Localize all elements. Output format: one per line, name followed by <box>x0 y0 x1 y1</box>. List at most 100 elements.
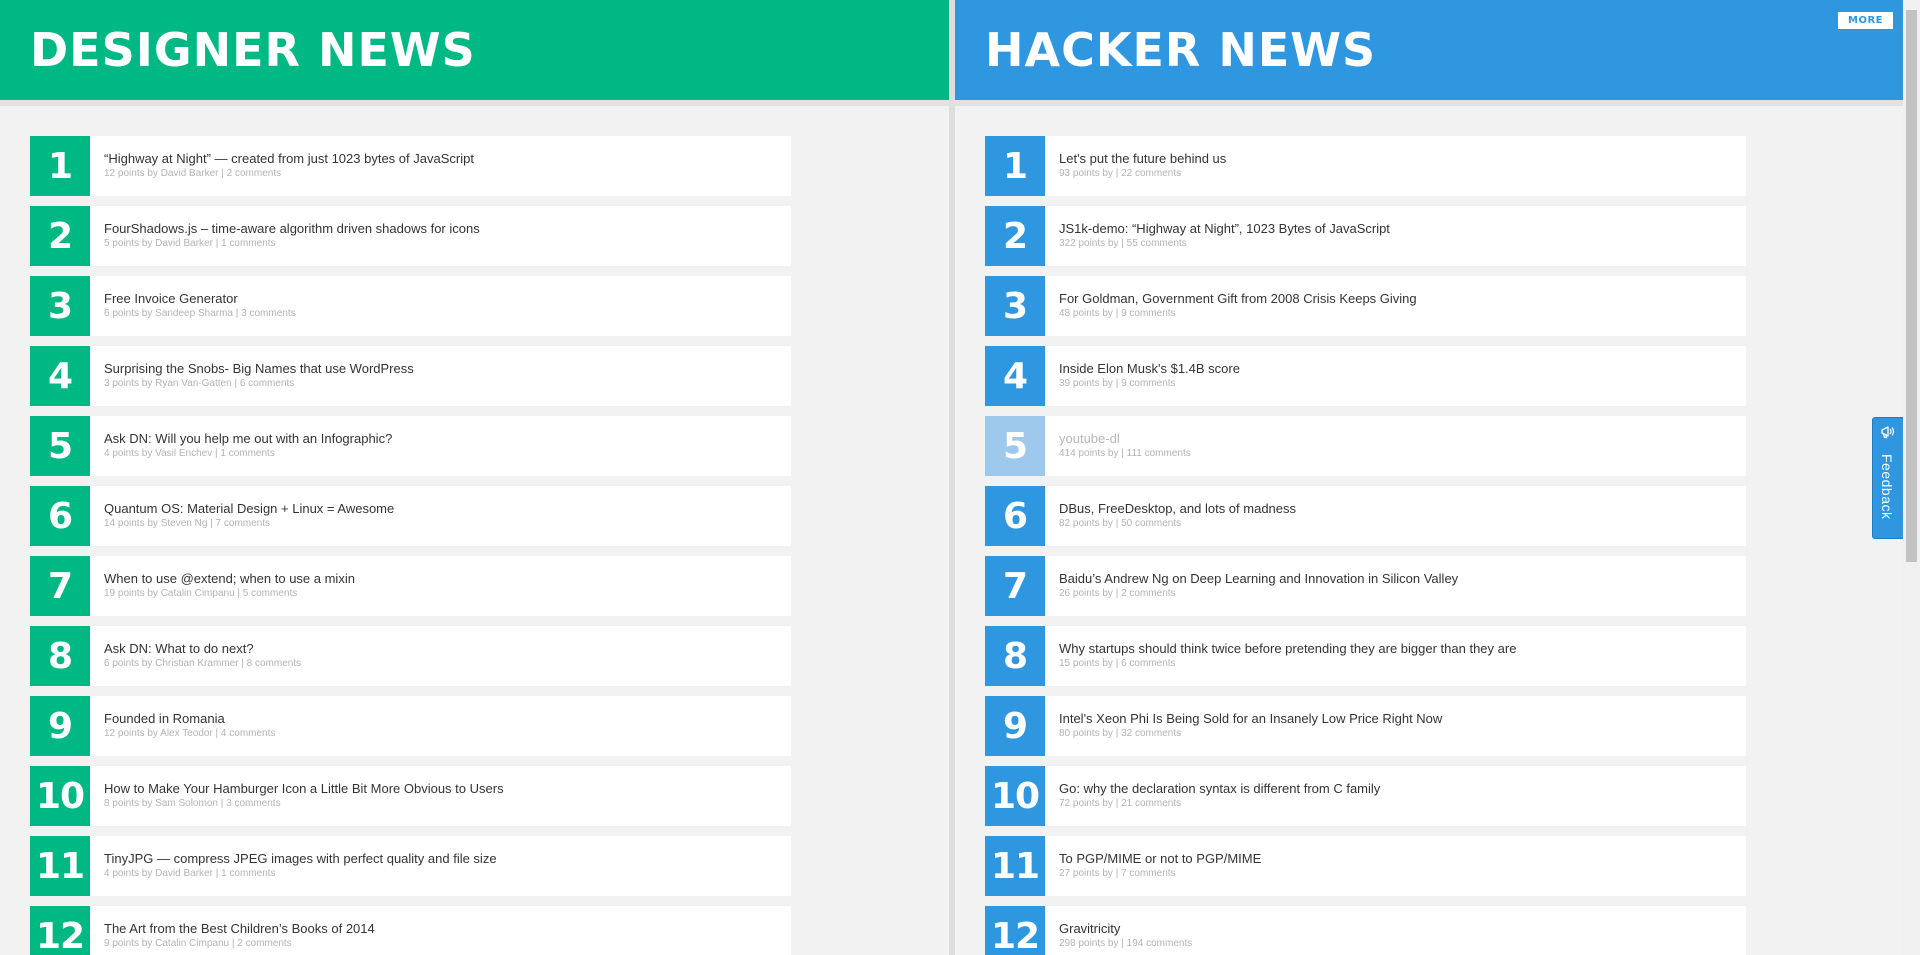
story-title-link[interactable]: youtube-dl <box>1059 431 1191 447</box>
story-text: The Art from the Best Children’s Books o… <box>90 906 375 955</box>
story-meta: 26 points by | 2 comments <box>1059 588 1176 599</box>
hacker-news-story-item[interactable]: 1 Let's put the future behind us 93 points… <box>985 136 1746 196</box>
story-text: For Goldman, Government Gift from 2008 C… <box>1045 276 1417 336</box>
designer-news-story-item[interactable]: 1 “Highway at Night” — created from just … <box>30 136 791 196</box>
story-title-link[interactable]: Surprising the Snobs- Big Names that use… <box>104 361 414 377</box>
story-title-link[interactable]: To PGP/MIME or not to PGP/MIME <box>1059 851 1261 867</box>
story-title-link[interactable]: Founded in Romania <box>104 711 275 727</box>
story-text: TinyJPG — compress JPEG images with perf… <box>90 836 497 896</box>
hacker-news-header: HACKER NEWS MORE <box>955 0 1903 100</box>
page-scrollbar[interactable] <box>1903 0 1920 955</box>
story-title-link[interactable]: Inside Elon Musk's $1.4B score <box>1059 361 1240 377</box>
feedback-label: Feedback <box>1879 454 1895 520</box>
story-meta: 80 points by | 32 comments <box>1059 728 1182 739</box>
hacker-news-story-item[interactable]: 7 Baidu’s Andrew Ng on Deep Learning and … <box>985 556 1746 616</box>
hacker-news-title: HACKER NEWS <box>985 23 1377 77</box>
designer-news-story-item[interactable]: 9 Founded in Romania 12 points by Alex Teo… <box>30 696 791 756</box>
hacker-news-story-item[interactable]: 12 Gravitricity 298 points by | 194 commen… <box>985 906 1746 955</box>
story-title-link[interactable]: Intel's Xeon Phi Is Being Sold for an In… <box>1059 711 1442 727</box>
story-meta: 9 points by Catalin Cimpanu | 2 comments <box>104 938 292 949</box>
story-rank: 6 <box>30 486 90 546</box>
hacker-news-column: HACKER NEWS MORE 1 Let's put the future b… <box>955 0 1903 955</box>
hacker-news-underbar <box>955 100 1903 106</box>
story-rank: 6 <box>985 486 1045 546</box>
more-button[interactable]: MORE <box>1838 12 1893 29</box>
story-title-link[interactable]: TinyJPG — compress JPEG images with perf… <box>104 851 497 867</box>
story-meta: 3 points by Ryan Van-Gatten | 6 comments <box>104 378 295 389</box>
story-rank: 5 <box>30 416 90 476</box>
designer-news-column: DESIGNER NEWS 1 “Highway at Night” — crea… <box>0 0 949 955</box>
story-text: When to use @extend; when to use a mixin… <box>90 556 355 616</box>
story-meta: 4 points by Vasil Enchev | 1 comments <box>104 448 275 459</box>
designer-news-story-item[interactable]: 12 The Art from the Best Children’s Books… <box>30 906 791 955</box>
designer-news-story-item[interactable]: 3 Free Invoice Generator 6 points by Sande… <box>30 276 791 336</box>
story-rank: 4 <box>985 346 1045 406</box>
story-rank: 3 <box>30 276 90 336</box>
story-text: Founded in Romania 12 points by Alex Teod… <box>90 696 275 756</box>
story-title-link[interactable]: Baidu’s Andrew Ng on Deep Learning and I… <box>1059 571 1458 587</box>
story-rank: 9 <box>30 696 90 756</box>
story-meta: 12 points by Alex Teodor | 4 comments <box>104 728 276 739</box>
hacker-news-story-item[interactable]: 2 JS1k-demo: “Highway at Night”, 1023 Byt… <box>985 206 1746 266</box>
story-text: Baidu’s Andrew Ng on Deep Learning and I… <box>1045 556 1458 616</box>
hacker-news-story-item[interactable]: 6 DBus, FreeDesktop, and lots of madness 8… <box>985 486 1746 546</box>
story-title-link[interactable]: Ask DN: Will you help me out with an Inf… <box>104 431 392 447</box>
story-text: Intel's Xeon Phi Is Being Sold for an In… <box>1045 696 1442 756</box>
hacker-news-list: 1 Let's put the future behind us 93 points… <box>985 136 1746 955</box>
megaphone-icon <box>1881 426 1895 439</box>
hacker-news-story-item[interactable]: 9 Intel's Xeon Phi Is Being Sold for an I… <box>985 696 1746 756</box>
story-text: Surprising the Snobs- Big Names that use… <box>90 346 414 406</box>
story-title-link[interactable]: Ask DN: What to do next? <box>104 641 301 657</box>
designer-news-story-item[interactable]: 10 How to Make Your Hamburger Icon a Litt… <box>30 766 791 826</box>
story-rank: 1 <box>30 136 90 196</box>
story-meta: 322 points by | 55 comments <box>1059 238 1187 249</box>
designer-news-story-item[interactable]: 8 Ask DN: What to do next? 6 points by Chr… <box>30 626 791 686</box>
story-rank: 11 <box>985 836 1045 896</box>
designer-news-story-item[interactable]: 2 FourShadows.js – time-aware algorithm d… <box>30 206 791 266</box>
hacker-news-story-item[interactable]: 4 Inside Elon Musk's $1.4B score 39 points… <box>985 346 1746 406</box>
story-title-link[interactable]: The Art from the Best Children’s Books o… <box>104 921 375 937</box>
story-meta: 414 points by | 111 comments <box>1059 448 1191 459</box>
story-text: Gravitricity 298 points by | 194 comments <box>1045 906 1192 955</box>
story-title-link[interactable]: When to use @extend; when to use a mixin <box>104 571 355 587</box>
story-rank: 2 <box>985 206 1045 266</box>
story-rank: 3 <box>985 276 1045 336</box>
story-title-link[interactable]: “Highway at Night” — created from just 1… <box>104 151 474 167</box>
scrollbar-thumb[interactable] <box>1906 10 1917 562</box>
story-meta: 15 points by | 6 comments <box>1059 658 1176 669</box>
feedback-tab[interactable]: Feedback <box>1872 417 1904 539</box>
story-title-link[interactable]: JS1k-demo: “Highway at Night”, 1023 Byte… <box>1059 221 1390 237</box>
story-title-link[interactable]: Quantum OS: Material Design + Linux = Aw… <box>104 501 394 517</box>
hacker-news-story-item[interactable]: 5 youtube-dl 414 points by | 111 comments <box>985 416 1746 476</box>
story-text: JS1k-demo: “Highway at Night”, 1023 Byte… <box>1045 206 1390 266</box>
designer-news-story-item[interactable]: 6 Quantum OS: Material Design + Linux = A… <box>30 486 791 546</box>
story-text: How to Make Your Hamburger Icon a Little… <box>90 766 504 826</box>
story-rank: 12 <box>30 906 90 955</box>
designer-news-story-item[interactable]: 7 When to use @extend; when to use a mixi… <box>30 556 791 616</box>
hacker-news-story-item[interactable]: 8 Why startups should think twice before … <box>985 626 1746 686</box>
hacker-news-story-item[interactable]: 11 To PGP/MIME or not to PGP/MIME 27 point… <box>985 836 1746 896</box>
story-title-link[interactable]: How to Make Your Hamburger Icon a Little… <box>104 781 504 797</box>
story-title-link[interactable]: Go: why the declaration syntax is differ… <box>1059 781 1380 797</box>
designer-news-story-item[interactable]: 11 TinyJPG — compress JPEG images with pe… <box>30 836 791 896</box>
designer-news-story-item[interactable]: 4 Surprising the Snobs- Big Names that us… <box>30 346 791 406</box>
story-title-link[interactable]: Let's put the future behind us <box>1059 151 1226 167</box>
story-title-link[interactable]: Gravitricity <box>1059 921 1192 937</box>
story-title-link[interactable]: Why startups should think twice before p… <box>1059 641 1516 657</box>
story-rank: 9 <box>985 696 1045 756</box>
story-title-link[interactable]: FourShadows.js – time-aware algorithm dr… <box>104 221 480 237</box>
story-rank: 8 <box>30 626 90 686</box>
story-text: “Highway at Night” — created from just 1… <box>90 136 474 196</box>
story-meta: 298 points by | 194 comments <box>1059 938 1193 949</box>
story-title-link[interactable]: Free Invoice Generator <box>104 291 296 307</box>
story-text: Ask DN: Will you help me out with an Inf… <box>90 416 392 476</box>
story-title-link[interactable]: For Goldman, Government Gift from 2008 C… <box>1059 291 1417 307</box>
story-meta: 4 points by David Barker | 1 comments <box>104 868 276 879</box>
story-rank: 11 <box>30 836 90 896</box>
designer-news-story-item[interactable]: 5 Ask DN: Will you help me out with an In… <box>30 416 791 476</box>
story-title-link[interactable]: DBus, FreeDesktop, and lots of madness <box>1059 501 1296 517</box>
hacker-news-story-item[interactable]: 3 For Goldman, Government Gift from 2008 … <box>985 276 1746 336</box>
hacker-news-story-item[interactable]: 10 Go: why the declaration syntax is diff… <box>985 766 1746 826</box>
story-meta: 27 points by | 7 comments <box>1059 868 1176 879</box>
story-rank: 7 <box>985 556 1045 616</box>
